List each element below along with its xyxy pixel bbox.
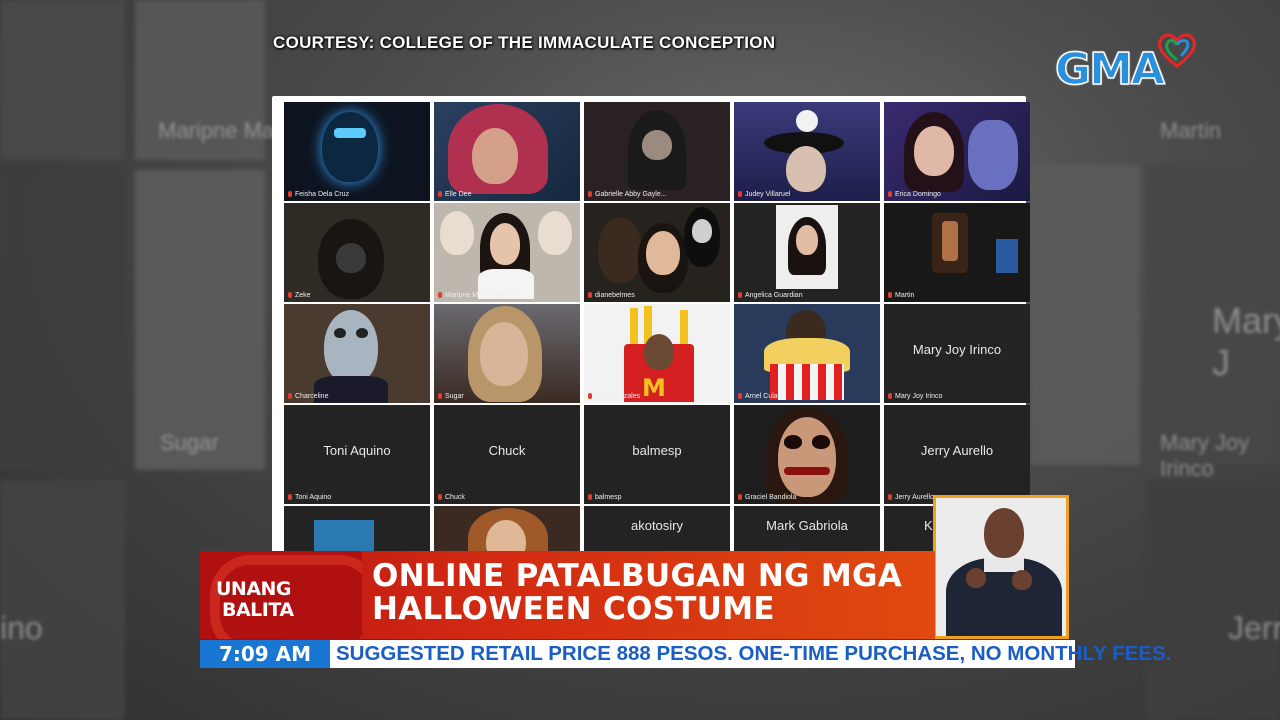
- participant-name: Martin: [895, 292, 915, 299]
- bg-label: Mary J: [1212, 300, 1280, 383]
- participant-center-name: balmesp: [632, 443, 682, 458]
- participant-center-name: Chuck: [488, 443, 526, 458]
- headline-line1: ONLINE PATALBUGAN NG MGA: [372, 558, 903, 594]
- time-display: 7:09 AM: [200, 640, 330, 668]
- participant-tile: Sugar: [434, 304, 580, 403]
- headline: ONLINE PATALBUGAN NG MGA HALLOWEEN COSTU…: [372, 560, 902, 626]
- show-name-line1: UNANG: [216, 578, 292, 600]
- participant-tile: Graciel Bandiola: [734, 405, 880, 504]
- participant-name: Elle Dee: [445, 191, 472, 198]
- participant-name: Gabrielle Abby Gayle...: [595, 191, 667, 198]
- participant-tile: Feisha Dela Cruz: [284, 102, 430, 201]
- participant-name: Mary Joy Irinco: [895, 393, 943, 400]
- participant-tile: Arnel Culala: [734, 304, 880, 403]
- participant-tile: Chuck Chuck: [434, 405, 580, 504]
- show-name-line2: BALITA: [222, 599, 294, 621]
- participant-name: Toni Aquino: [295, 494, 332, 501]
- participant-tile: Elle Dee: [434, 102, 580, 201]
- participant-tile: Zeke: [284, 203, 430, 302]
- participant-name: Zeke: [295, 292, 311, 299]
- bg-label: Mary Joy Irinco: [1160, 430, 1250, 481]
- unang-balita-logo: UNANG BALITA: [200, 551, 362, 639]
- participant-tile: Toni Aquino Toni Aquino: [284, 405, 430, 504]
- participant-name: Erica Domingo: [895, 191, 941, 198]
- ticker-text: SUGGESTED RETAIL PRICE 888 PESOS. ONE-TI…: [336, 642, 1172, 665]
- participant-tile: Judey Villaruel: [734, 102, 880, 201]
- participant-name: Maripne Mae Enriquez: [445, 292, 516, 299]
- participant-tile: Charceline: [284, 304, 430, 403]
- participant-center-name: akotosiry: [630, 518, 684, 533]
- participant-tile: Erica Domingo: [884, 102, 1030, 201]
- participant-tile: Angelica Guardian: [734, 203, 880, 302]
- bg-label: Martin: [1160, 118, 1222, 143]
- participant-center-name: Jerry Aurello: [920, 443, 994, 458]
- participant-tile: Maripne Mae Enriquez: [434, 203, 580, 302]
- participant-center-name: Mark Gabriola: [766, 518, 848, 533]
- participant-tile: balmesp balmesp: [584, 405, 730, 504]
- participant-tile: Martin: [884, 203, 1030, 302]
- participant-name: Feisha Dela Cruz: [295, 191, 350, 198]
- participant-tile: Mary Joy Irinco Mary Joy Irinco: [884, 304, 1030, 403]
- participant-grid: Feisha Dela Cruz Elle Dee Gabrielle Abby…: [284, 102, 1030, 605]
- sign-language-interpreter: [933, 495, 1069, 639]
- participant-center-name: Toni Aquino: [323, 443, 391, 458]
- participant-name: dianebelmes: [595, 292, 635, 299]
- participant-name: Sugar: [445, 393, 464, 400]
- heart-icon: [1158, 33, 1196, 68]
- participant-name: Graciel Bandiola: [745, 494, 797, 501]
- participant-tile: Jerry Aurello Jerry Aurello: [884, 405, 1030, 504]
- zoom-screenshot: Feisha Dela Cruz Elle Dee Gabrielle Abby…: [272, 96, 1030, 605]
- bg-label: Maripne Mae: [158, 118, 287, 143]
- participant-name: Charceline: [295, 393, 329, 400]
- gma-logo: GMA: [1054, 30, 1205, 100]
- bg-label: Sugar: [160, 430, 219, 455]
- courtesy-caption: COURTESY: COLLEGE OF THE IMMACULATE CONC…: [273, 33, 776, 52]
- participant-name: Arnel Culala: [745, 393, 784, 400]
- participant-tile: dianebelmes: [584, 203, 730, 302]
- bg-label: Jerry: [1228, 610, 1280, 646]
- headline-line2: HALLOWEEN COSTUME: [372, 591, 775, 627]
- bg-label: ino: [0, 610, 43, 646]
- participant-tile: Gabrielle Abby Gayle...: [584, 102, 730, 201]
- participant-tile: M Jere Gonzales: [584, 304, 730, 403]
- participant-name: balmesp: [595, 494, 622, 501]
- participant-center-name: Mary Joy Irinco: [912, 342, 1002, 357]
- participant-name: Chuck: [445, 494, 465, 501]
- participant-name: Jere Gonzales: [595, 393, 641, 400]
- participant-name: Angelica Guardian: [745, 292, 803, 299]
- participant-name: Judey Villaruel: [745, 191, 791, 198]
- logo-text: GMA: [1054, 43, 1165, 96]
- participant-name: Jerry Aurello: [895, 494, 934, 501]
